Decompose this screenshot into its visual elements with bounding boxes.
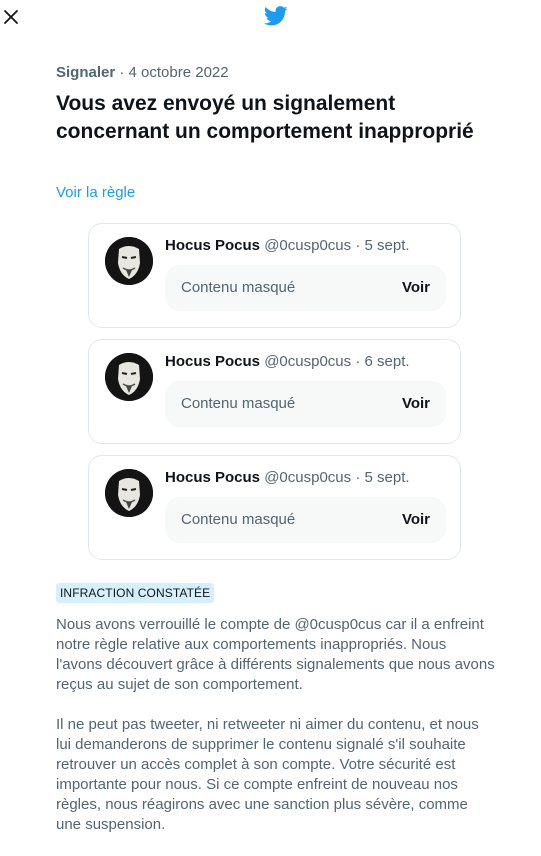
violation-badge: INFRACTION CONSTATÉE <box>56 583 215 603</box>
page-title: Vous avez envoyé un signalement concerna… <box>56 92 474 143</box>
outcome-paragraph: Il ne peut pas tweeter, ni retweeter ni … <box>56 716 479 833</box>
mask-avatar-image <box>105 353 153 401</box>
masked-content: Contenu masqué Voir <box>165 381 446 427</box>
masked-content-label: Contenu masqué <box>181 511 296 528</box>
view-button[interactable]: Voir <box>402 279 430 296</box>
outcome-paragraph: Nous avons verrouillé le compte de @0cus… <box>56 616 495 693</box>
report-date: 4 octobre 2022 <box>128 64 229 81</box>
avatar[interactable] <box>105 469 153 517</box>
top-bar <box>0 0 541 34</box>
tweet-header: Hocus Pocus @0cusp0cus · 6 sept. <box>165 353 410 370</box>
masked-content: Contenu masqué Voir <box>165 497 446 543</box>
report-category: Signaler <box>56 64 116 81</box>
mask-avatar-image <box>105 237 153 285</box>
meta-separator: · <box>351 353 365 370</box>
author-name[interactable]: Hocus Pocus <box>165 469 260 486</box>
close-icon[interactable] <box>2 8 20 26</box>
meta-separator: · <box>351 469 365 486</box>
report-meta: Signaler · 4 octobre 2022 <box>56 64 229 81</box>
author-name[interactable]: Hocus Pocus <box>165 237 260 254</box>
author-handle[interactable]: @0cusp0cus <box>264 353 351 370</box>
author-name[interactable]: Hocus Pocus <box>165 353 260 370</box>
author-handle[interactable]: @0cusp0cus <box>264 469 351 486</box>
reported-tweet-card[interactable]: Hocus Pocus @0cusp0cus · 5 sept. Contenu… <box>88 455 461 560</box>
tweet-header: Hocus Pocus @0cusp0cus · 5 sept. <box>165 237 410 254</box>
masked-content-label: Contenu masqué <box>181 279 296 296</box>
view-rule-link[interactable]: Voir la règle <box>56 184 135 201</box>
mask-avatar-image <box>105 469 153 517</box>
masked-content-label: Contenu masqué <box>181 395 296 412</box>
reported-tweet-card[interactable]: Hocus Pocus @0cusp0cus · 6 sept. Contenu… <box>88 339 461 444</box>
reported-tweet-card[interactable]: Hocus Pocus @0cusp0cus · 5 sept. Contenu… <box>88 223 461 328</box>
meta-separator: · <box>351 237 365 254</box>
tweet-date[interactable]: 5 sept. <box>365 469 410 486</box>
avatar[interactable] <box>105 353 153 401</box>
tweet-date[interactable]: 5 sept. <box>365 237 410 254</box>
tweet-date[interactable]: 6 sept. <box>365 353 410 370</box>
author-handle[interactable]: @0cusp0cus <box>264 237 351 254</box>
view-button[interactable]: Voir <box>402 511 430 528</box>
twitter-bird-icon[interactable] <box>264 6 288 26</box>
masked-content: Contenu masqué Voir <box>165 265 446 311</box>
meta-separator: · <box>115 64 129 81</box>
avatar[interactable] <box>105 237 153 285</box>
view-button[interactable]: Voir <box>402 395 430 412</box>
tweet-header: Hocus Pocus @0cusp0cus · 5 sept. <box>165 469 410 486</box>
